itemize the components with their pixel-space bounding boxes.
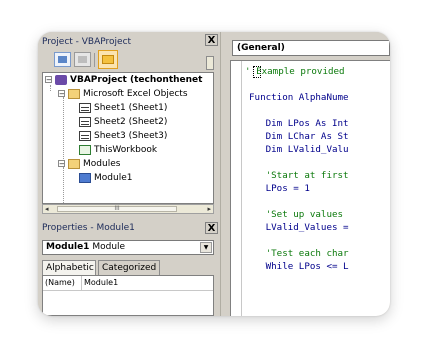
tree-node-label: Modules [83, 159, 121, 169]
code-line: While LPos <= L [249, 261, 349, 272]
vba-project-icon [55, 75, 67, 85]
chevron-down-icon[interactable]: ▼ [200, 242, 212, 253]
folder-open-icon [68, 159, 80, 169]
workbook-icon [79, 145, 91, 155]
code-margin [231, 61, 242, 316]
tree-node-label: Sheet3 (Sheet3) [94, 131, 168, 141]
pane-splitter[interactable] [220, 32, 225, 316]
tree-node-label: Sheet2 (Sheet2) [94, 117, 168, 127]
properties-pane: Properties - Module1 X Module1 Module ▼ … [38, 222, 220, 316]
view-object-icon [78, 56, 87, 63]
collapse-icon[interactable]: − [45, 76, 52, 84]
collapse-icon[interactable]: − [58, 90, 65, 98]
property-row[interactable]: (Name) Module1 [43, 276, 213, 291]
object-combo[interactable]: (General) [232, 40, 390, 56]
code-line: ' Example provided [245, 66, 345, 77]
tree-node-label: VBAProject (techonthenet [70, 75, 203, 85]
toggle-folders-button[interactable] [98, 50, 118, 69]
toolbar-scroll-button[interactable] [206, 56, 214, 70]
object-type: Module [92, 242, 126, 252]
tree-node-label: Sheet1 (Sheet1) [94, 103, 168, 113]
properties-pane-close-button[interactable]: X [205, 222, 218, 234]
properties-pane-title: Properties - Module1 [42, 223, 135, 233]
code-line: LPos = 1 [249, 183, 310, 194]
vba-editor-window: Project - VBAProject X − VBAProject (tec… [38, 32, 390, 316]
scroll-left-icon[interactable]: ◂ [45, 205, 49, 213]
project-pane-close-button[interactable]: X [205, 34, 218, 46]
view-code-button[interactable] [54, 52, 71, 67]
code-line: LValid_Values = [249, 222, 349, 233]
tab-categorized[interactable]: Categorized [98, 260, 160, 275]
object-select[interactable]: Module1 Module ▼ [42, 240, 214, 255]
worksheet-icon [79, 131, 91, 141]
code-line: Dim LPos As Int [249, 118, 349, 129]
folder-open-icon [68, 89, 80, 99]
tree-line [63, 97, 64, 161]
folder-icon [102, 55, 114, 64]
tree-node-label: ThisWorkbook [94, 145, 158, 155]
module-icon [79, 173, 91, 183]
tree-horizontal-scrollbar[interactable]: ◂ III ▸ [42, 204, 214, 214]
project-explorer-pane: Project - VBAProject X − VBAProject (tec… [38, 32, 220, 214]
view-code-icon [58, 56, 67, 63]
project-toolbar [42, 50, 218, 70]
toolbar-separator [94, 53, 95, 67]
properties-grid: (Name) Module1 [42, 275, 214, 316]
object-name: Module1 [46, 242, 90, 252]
view-object-button[interactable] [74, 52, 91, 67]
worksheet-icon [79, 117, 91, 127]
scroll-thumb[interactable]: III [57, 206, 177, 212]
project-pane-title: Project - VBAProject [42, 37, 132, 47]
code-line: Dim LValid_Valu [249, 144, 349, 155]
tree-line [63, 167, 64, 203]
tree-node-label: Microsoft Excel Objects [83, 89, 188, 99]
code-window: (General) ' Example provided Function Al… [226, 32, 390, 316]
worksheet-icon [79, 103, 91, 113]
code-line: Dim LChar As St [249, 131, 349, 142]
property-key: (Name) [45, 278, 75, 287]
code-editor[interactable]: ' Example provided Function AlphaNume Di… [230, 60, 390, 316]
scroll-right-icon[interactable]: ▸ [207, 205, 211, 213]
tab-alphabetic[interactable]: Alphabetic [42, 260, 96, 275]
tree-line [50, 85, 51, 91]
code-line: 'Test each char [249, 248, 349, 259]
code-line: 'Set up values [249, 209, 344, 220]
project-tree: − VBAProject (techonthenet − Microsoft E… [42, 72, 214, 204]
code-line: 'Start at first [249, 170, 349, 181]
collapse-icon[interactable]: − [58, 160, 65, 168]
code-line: Function AlphaNume [249, 92, 349, 103]
property-value[interactable]: Module1 [81, 276, 118, 290]
tree-node-label: Module1 [94, 173, 133, 183]
